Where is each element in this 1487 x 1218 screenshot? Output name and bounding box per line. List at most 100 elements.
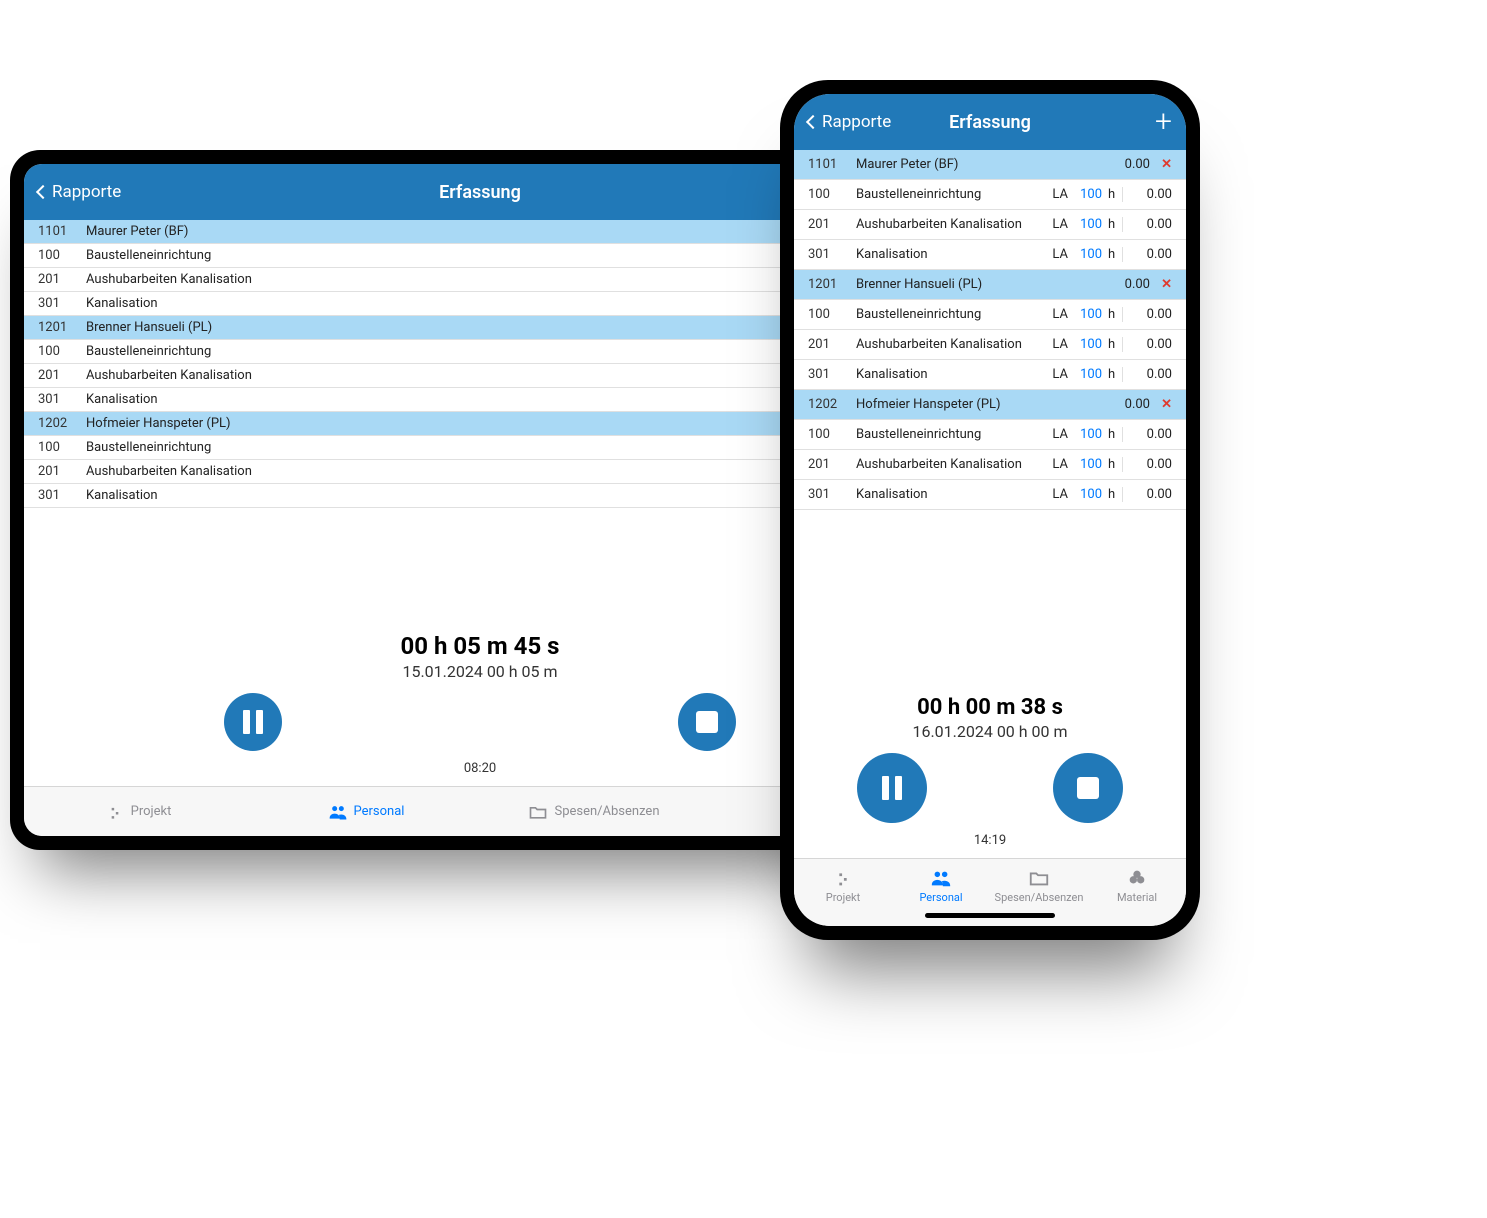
la-label: LA	[1046, 337, 1072, 352]
back-label: Rapporte	[52, 182, 121, 202]
tab-spesen[interactable]: Spesen/Absenzen	[990, 859, 1088, 912]
person-total: 0.00	[1100, 277, 1150, 292]
stop-icon	[1077, 777, 1099, 799]
task-amount: 0.00	[1122, 427, 1172, 442]
tab-projekt[interactable]: Projekt	[24, 787, 252, 836]
task-row[interactable]: 201 Aushubarbeiten Kanalisation LA 100 h…	[794, 210, 1186, 240]
timer-date: 15.01.2024 00 h 05 m	[402, 662, 557, 681]
task-row[interactable]: 201 Aushubarbeiten Kanalisation LA 100 h…	[794, 330, 1186, 360]
person-code: 1101	[38, 224, 86, 239]
la-label: LA	[1046, 427, 1072, 442]
tab-personal[interactable]: Personal	[892, 859, 990, 912]
task-code: 301	[808, 367, 856, 382]
task-amount: 0.00	[1122, 487, 1172, 502]
pause-button[interactable]	[224, 693, 282, 751]
chevron-left-icon	[806, 115, 820, 129]
task-code: 301	[38, 296, 86, 311]
la-label: LA	[1046, 187, 1072, 202]
close-icon: ✕	[1161, 277, 1172, 292]
stop-button[interactable]	[678, 693, 736, 751]
plus-icon: +	[1155, 104, 1172, 139]
tab-label: Spesen/Absenzen	[995, 891, 1084, 904]
task-row[interactable]: 301 Kanalisation LA 100 h 0.00	[794, 360, 1186, 390]
la-label: LA	[1046, 487, 1072, 502]
material-icon	[1126, 867, 1148, 889]
unit-label: h	[1102, 457, 1122, 472]
la-value[interactable]: 100	[1072, 247, 1102, 262]
task-name: Kanalisation	[856, 247, 1046, 262]
task-row[interactable]: 100 Baustelleneinrichtung LA 100 h 0.00	[794, 180, 1186, 210]
tab-label: Personal	[354, 804, 405, 819]
delete-button[interactable]: ✕	[1150, 277, 1172, 292]
person-total: 0.00	[1100, 397, 1150, 412]
task-row[interactable]: 100 Baustelleneinrichtung LA 100 h 0.00	[794, 300, 1186, 330]
tab-projekt[interactable]: Projekt	[794, 859, 892, 912]
task-code: 100	[808, 187, 856, 202]
tab-spesen[interactable]: Spesen/Absenzen	[480, 787, 708, 836]
task-name: Baustelleneinrichtung	[856, 187, 1046, 202]
la-value[interactable]: 100	[1072, 457, 1102, 472]
people-icon	[328, 802, 348, 822]
task-row[interactable]: 301 Kanalisation LA 100 h 0.00	[794, 480, 1186, 510]
task-row[interactable]: 301 Kanalisation LA 100 h 0.00	[794, 240, 1186, 270]
back-button[interactable]: Rapporte	[808, 112, 891, 132]
la-value[interactable]: 100	[1072, 427, 1102, 442]
stop-button[interactable]	[1053, 753, 1123, 823]
timer-elapsed: 00 h 00 m 38 s	[917, 695, 1063, 720]
task-code: 201	[808, 457, 856, 472]
task-name: Kanalisation	[856, 487, 1046, 502]
unit-label: h	[1102, 217, 1122, 232]
tab-label: Spesen/Absenzen	[554, 804, 659, 819]
task-code: 201	[808, 337, 856, 352]
delete-button[interactable]: ✕	[1150, 397, 1172, 412]
la-value[interactable]: 100	[1072, 337, 1102, 352]
back-label: Rapporte	[822, 112, 891, 132]
person-name: Hofmeier Hanspeter (PL)	[856, 397, 1100, 412]
unit-label: h	[1102, 427, 1122, 442]
la-label: LA	[1046, 457, 1072, 472]
close-icon: ✕	[1161, 397, 1172, 412]
timer-start: 08:20	[464, 761, 496, 776]
tab-label: Projekt	[131, 804, 172, 819]
timer-area: 00 h 00 m 38 s 16.01.2024 00 h 00 m 14:1…	[794, 510, 1186, 858]
pause-icon	[882, 776, 902, 800]
task-amount: 0.00	[1122, 367, 1172, 382]
task-code: 201	[38, 272, 86, 287]
tab-label: Projekt	[826, 891, 860, 904]
task-code: 201	[808, 217, 856, 232]
person-row[interactable]: 1201 Brenner Hansueli (PL) 0.00 ✕	[794, 270, 1186, 300]
la-label: LA	[1046, 247, 1072, 262]
la-value[interactable]: 100	[1072, 307, 1102, 322]
unit-label: h	[1102, 247, 1122, 262]
project-icon	[105, 802, 125, 822]
tab-personal[interactable]: Personal	[252, 787, 480, 836]
la-value[interactable]: 100	[1072, 217, 1102, 232]
task-code: 100	[38, 248, 86, 263]
person-row[interactable]: 1202 Hofmeier Hanspeter (PL) 0.00 ✕	[794, 390, 1186, 420]
pause-button[interactable]	[857, 753, 927, 823]
task-amount: 0.00	[1122, 457, 1172, 472]
task-name: Baustelleneinrichtung	[856, 427, 1046, 442]
task-code: 201	[38, 368, 86, 383]
unit-label: h	[1102, 307, 1122, 322]
back-button[interactable]: Rapporte	[38, 182, 121, 202]
person-row[interactable]: 1101 Maurer Peter (BF) 0.00 ✕	[794, 150, 1186, 180]
close-icon: ✕	[1161, 157, 1172, 172]
tab-material[interactable]: Material	[1088, 859, 1186, 912]
delete-button[interactable]: ✕	[1150, 157, 1172, 172]
la-value[interactable]: 100	[1072, 487, 1102, 502]
phone-rows: 1101 Maurer Peter (BF) 0.00 ✕ 100 Bauste…	[794, 150, 1186, 510]
add-button[interactable]: +	[1155, 107, 1172, 137]
home-indicator[interactable]	[925, 913, 1055, 918]
task-name: Aushubarbeiten Kanalisation	[856, 217, 1046, 232]
phone-device: Rapporte Erfassung + 1101 Maurer Peter (…	[780, 80, 1200, 940]
task-code: 100	[38, 344, 86, 359]
la-label: LA	[1046, 307, 1072, 322]
task-row[interactable]: 100 Baustelleneinrichtung LA 100 h 0.00	[794, 420, 1186, 450]
task-amount: 0.00	[1122, 187, 1172, 202]
la-value[interactable]: 100	[1072, 367, 1102, 382]
timer-date: 16.01.2024 00 h 00 m	[912, 722, 1067, 741]
la-value[interactable]: 100	[1072, 187, 1102, 202]
task-row[interactable]: 201 Aushubarbeiten Kanalisation LA 100 h…	[794, 450, 1186, 480]
la-label: LA	[1046, 217, 1072, 232]
